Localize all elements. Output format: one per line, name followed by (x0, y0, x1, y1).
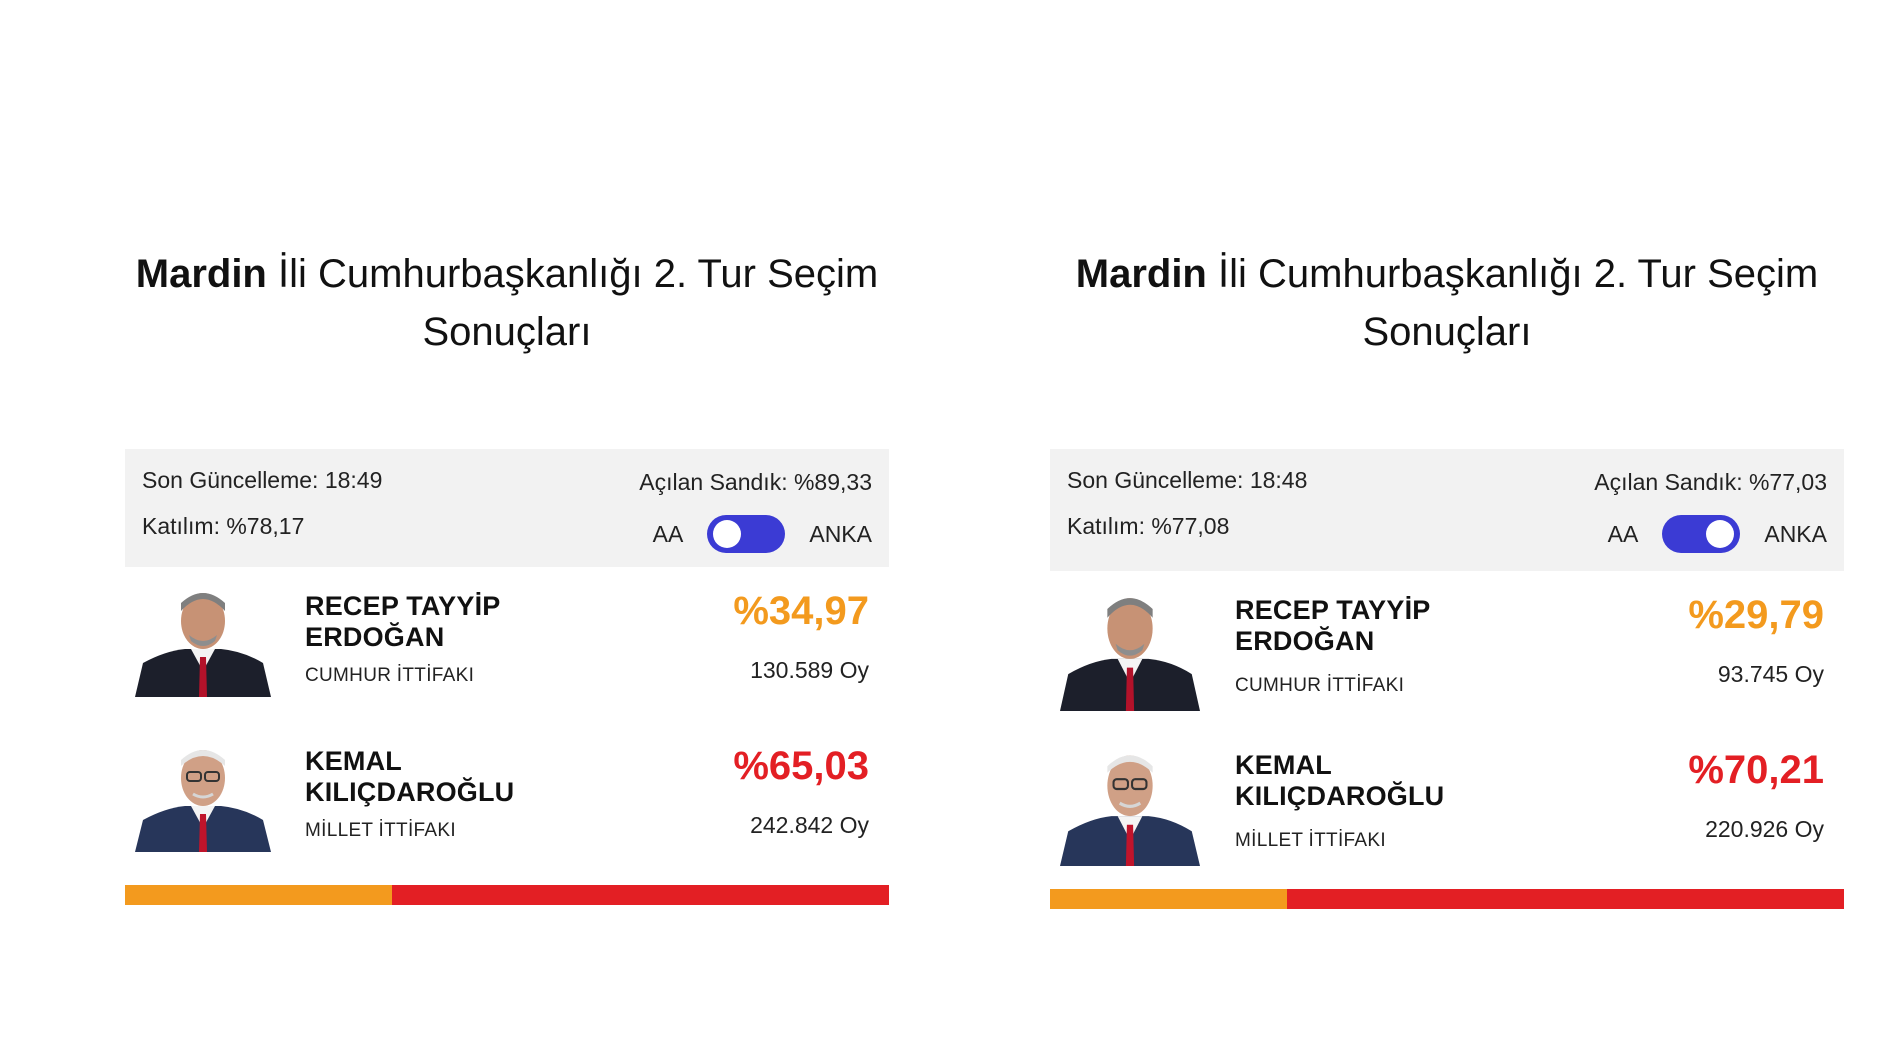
ballot-opened: Açılan Sandık: %77,03 (1594, 469, 1827, 495)
alliance: MİLLET İTTİFAKI (305, 820, 456, 841)
info-box: Son Güncelleme: 18:48 Katılım: %77,08 Aç… (1050, 449, 1844, 571)
name-line1: RECEP TAYYİP (1235, 595, 1431, 625)
alliance: MİLLET İTTİFAKI (1235, 830, 1386, 851)
vote-percent: %65,03 (733, 744, 869, 788)
turnout: Katılım: %78,17 (142, 513, 305, 539)
toggle-label-aa: AA (652, 520, 684, 547)
name-line2: ERDOĞAN (305, 622, 445, 652)
candidate-row-kilicdaroglu: KEMAL KILIÇDAROĞLU MİLLET İTTİFAKI %65,0… (125, 722, 889, 877)
source-toggle[interactable] (707, 515, 786, 553)
vote-count: 220.926 Oy (1705, 816, 1824, 842)
candidate-row-erdogan: RECEP TAYYİP ERDOĞAN CUMHUR İTTİFAKI %34… (125, 567, 889, 722)
vote-count: 130.589 Oy (750, 657, 869, 683)
panel-title: Mardin İli Cumhurbaşkanlığı 2. Tur Seçim… (1050, 245, 1844, 361)
name-line1: KEMAL (1235, 750, 1332, 780)
share-bar-kilicdaroglu (1286, 889, 1844, 909)
candidate-row-erdogan: RECEP TAYYİP ERDOĞAN CUMHUR İTTİFAKI %29… (1050, 571, 1844, 726)
name-line2: KILIÇDAROĞLU (1235, 781, 1445, 811)
share-bar-erdogan (1050, 889, 1287, 909)
vote-percent: %29,79 (1688, 593, 1824, 637)
alliance: CUMHUR İTTİFAKI (305, 665, 475, 686)
name-line1: RECEP TAYYİP (305, 591, 501, 621)
kilicdaroglu-photo (1060, 738, 1200, 866)
title-rest: İli Cumhurbaşkanlığı 2. Tur Seçim Sonuçl… (278, 252, 879, 354)
candidate-row-kilicdaroglu: KEMAL KILIÇDAROĞLU MİLLET İTTİFAKI %70,2… (1050, 726, 1844, 881)
candidate-name: KEMAL KILIÇDAROĞLU (1235, 750, 1495, 812)
toggle-knob (1706, 520, 1735, 548)
results-panel-right: Mardin İli Cumhurbaşkanlığı 2. Tur Seçim… (1050, 245, 1844, 909)
share-bar-erdogan (125, 885, 393, 905)
alliance: CUMHUR İTTİFAKI (1235, 675, 1405, 696)
info-box: Son Güncelleme: 18:49 Katılım: %78,17 Aç… (125, 449, 889, 567)
candidate-name: RECEP TAYYİP ERDOĞAN (1235, 595, 1495, 657)
vote-percent: %34,97 (733, 589, 869, 633)
erdogan-photo (135, 579, 271, 697)
toggle-label-anka: ANKA (1764, 520, 1827, 547)
last-update: Son Güncelleme: 18:49 (142, 467, 383, 493)
last-update: Son Güncelleme: 18:48 (1067, 467, 1308, 493)
toggle-label-aa: AA (1607, 520, 1639, 547)
candidate-name: RECEP TAYYİP ERDOĞAN (305, 591, 565, 653)
results-panel-left: Mardin İli Cumhurbaşkanlığı 2. Tur Seçim… (125, 245, 889, 905)
vote-percent: %70,21 (1688, 748, 1824, 792)
share-bar-kilicdaroglu (392, 885, 889, 905)
source-toggle[interactable] (1662, 515, 1741, 553)
source-toggle-row: AA ANKA (653, 515, 872, 553)
toggle-label-anka: ANKA (809, 520, 872, 547)
title-city: Mardin (135, 252, 267, 296)
panel-title: Mardin İli Cumhurbaşkanlığı 2. Tur Seçim… (125, 245, 889, 361)
source-toggle-row: AA ANKA (1608, 515, 1827, 553)
vote-count: 242.842 Oy (750, 812, 869, 838)
turnout: Katılım: %77,08 (1067, 513, 1230, 539)
share-bar (1050, 889, 1844, 909)
erdogan-photo (1060, 583, 1200, 711)
name-line1: KEMAL (305, 746, 402, 776)
kilicdaroglu-photo (135, 734, 271, 852)
vote-count: 93.745 Oy (1717, 661, 1824, 687)
toggle-knob (713, 520, 742, 548)
name-line2: ERDOĞAN (1235, 626, 1375, 656)
title-city: Mardin (1075, 252, 1207, 296)
title-rest: İli Cumhurbaşkanlığı 2. Tur Seçim Sonuçl… (1218, 252, 1819, 354)
ballot-opened: Açılan Sandık: %89,33 (639, 469, 872, 495)
name-line2: KILIÇDAROĞLU (305, 777, 515, 807)
candidate-name: KEMAL KILIÇDAROĞLU (305, 746, 565, 808)
share-bar (125, 885, 889, 905)
